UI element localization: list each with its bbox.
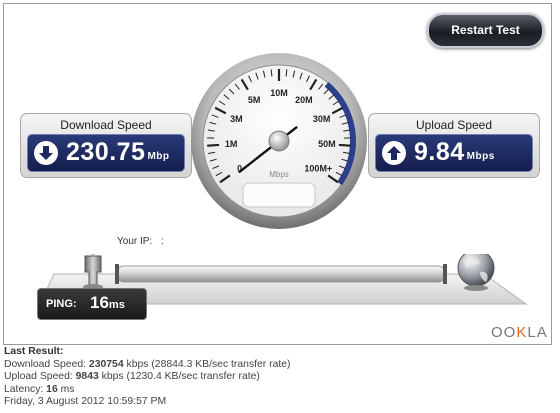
download-speed-display: 230.75 Mbp [27, 134, 185, 172]
gauge-tick-label: 1M [225, 139, 238, 149]
ping-value: 16ms [90, 293, 125, 312]
last-result-date: Friday, 3 August 2012 10:59:57 PM [4, 396, 167, 408]
last-result: Last Result: Download Speed: 230754 kbps… [4, 346, 291, 409]
tube-right-cap [443, 264, 447, 284]
ping-label: PING: [46, 298, 77, 310]
gauge-hub [268, 130, 290, 152]
speedtest-panel: Restart Test Download Speed 230.75 Mbp Up… [3, 3, 552, 345]
last-result-upload: Upload Speed: 9843 kbps (1230.4 KB/sec t… [4, 371, 260, 383]
download-speed-unit: Mbp [147, 151, 170, 162]
your-ip-label: Your IP: [117, 236, 153, 247]
speed-gauge: 01M3M5M10M20M30M50M100M+ Mbps [191, 53, 367, 229]
upload-speed-display: 9.84 Mbps [375, 134, 533, 172]
gauge-major-tick [338, 143, 351, 147]
arrow-down-icon [34, 141, 58, 165]
ping-display: PING: 16ms [37, 288, 147, 320]
download-speed-value: 230.75 Mbp [66, 138, 170, 166]
last-result-heading: Last Result: [4, 346, 64, 357]
tube-left-cap [115, 264, 119, 284]
download-speed-title: Download Speed [60, 118, 152, 132]
gauge-tick-label: 30M [313, 114, 331, 124]
gauge-tick-label: 3M [230, 114, 243, 124]
upload-speed-value: 9.84 Mbps [414, 138, 495, 166]
ookla-logo: OOKLA [491, 324, 548, 341]
gauge-tick-label: 10M [270, 88, 288, 98]
download-speed-panel: Download Speed 230.75 Mbp [20, 113, 192, 178]
upload-speed-title: Upload Speed [415, 118, 493, 132]
gauge-readout-box [242, 182, 316, 208]
gauge-tick-label: 50M [318, 139, 336, 149]
last-result-latency: Latency: 16 ms [4, 383, 75, 395]
gauge-unit-label: Mbps [269, 170, 289, 179]
restart-test-button[interactable]: Restart Test [427, 13, 544, 48]
connection-tube [115, 265, 447, 283]
gauge-major-tick [207, 143, 220, 147]
gauge-tick-label: 20M [295, 95, 313, 105]
upload-speed-unit: Mbps [466, 151, 495, 162]
ip-value: : [161, 236, 164, 247]
ping-unit: ms [108, 299, 125, 311]
gauge-tick-label: 100M+ [304, 164, 332, 174]
upload-speed-panel: Upload Speed 9.84 Mbps [368, 113, 540, 178]
last-result-download: Download Speed: 230754 kbps (28844.3 KB/… [4, 358, 291, 370]
arrow-up-icon [382, 141, 406, 165]
gauge-tick-label: 5M [248, 95, 261, 105]
